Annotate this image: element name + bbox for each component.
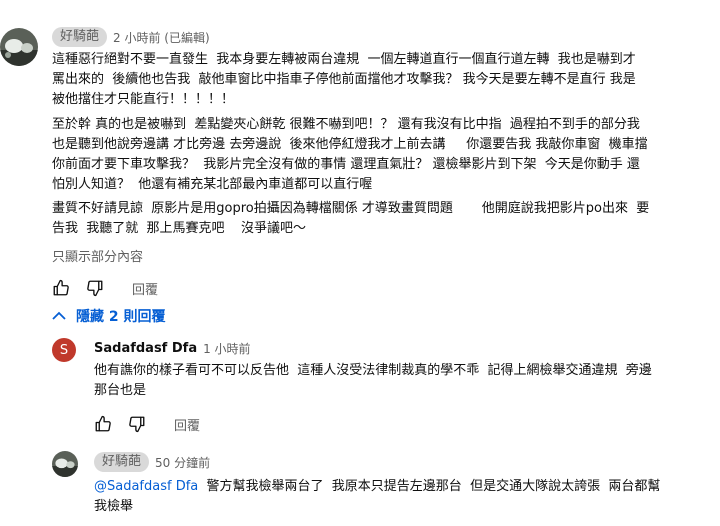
hide-replies-label: 隱藏 2 則回覆: [76, 309, 166, 325]
reply2-timestamp[interactable]: 50 分鐘前: [155, 454, 210, 471]
thumbs-down-icon[interactable]: [84, 277, 106, 299]
comment-paragraph-3: 畫質不好請見諒 原影片是用gopro拍攝因為轉檔關係 才導致畫質問題 他開庭說我…: [52, 201, 650, 236]
read-more-link[interactable]: 只顯示部分內容: [52, 246, 143, 265]
chevron-up-icon: [50, 307, 68, 325]
reply1-text: 他有譙你的樣子看可不可以反告他 這種人沒受法律制裁真的學不乖 記得上網檢舉交通違…: [94, 363, 652, 398]
reply1-reply-button[interactable]: 回覆: [174, 415, 200, 434]
reply2-mention-link[interactable]: @Sadafdasf Dfa: [94, 479, 198, 494]
reply1-avatar-letter: S: [59, 342, 69, 358]
reply1-author-name[interactable]: Sadafdasf Dfa: [94, 341, 197, 356]
reply1-author-avatar[interactable]: S: [52, 338, 76, 362]
reply2-author-name[interactable]: 好騎葩: [94, 452, 150, 472]
reply1-actions: 回覆: [92, 413, 200, 435]
thumbs-down-icon[interactable]: [126, 413, 148, 435]
comment-actions: 回覆: [50, 277, 158, 299]
reply2-text-block: @Sadafdasf Dfa 警方幫我檢舉兩台了 我原本只提告左邊那台 但是交通…: [94, 477, 720, 517]
reply2-author-avatar[interactable]: [52, 451, 78, 477]
comment-paragraph-2: 至於幹 真的也是被嚇到 差點變夾心餅乾 很難不嚇到吧！？ 還有我沒有比中指 過程…: [52, 117, 648, 192]
reply-button[interactable]: 回覆: [132, 279, 158, 298]
hide-replies-button[interactable]: 隱藏 2 則回覆: [50, 306, 166, 326]
comment-timestamp[interactable]: 2 小時前 (已編輯): [113, 29, 210, 46]
comment-paragraph-1: 這種惡行絕對不要一直發生 我本身要左轉被兩台違規 一個左轉道直行一個直行道左轉 …: [52, 52, 636, 107]
comment-author-avatar[interactable]: [0, 28, 38, 66]
thumbs-up-icon[interactable]: [50, 277, 72, 299]
comment-author-name[interactable]: 好騎葩: [52, 27, 108, 47]
thumbs-up-icon[interactable]: [92, 413, 114, 435]
reply1-timestamp[interactable]: 1 小時前: [203, 340, 250, 357]
